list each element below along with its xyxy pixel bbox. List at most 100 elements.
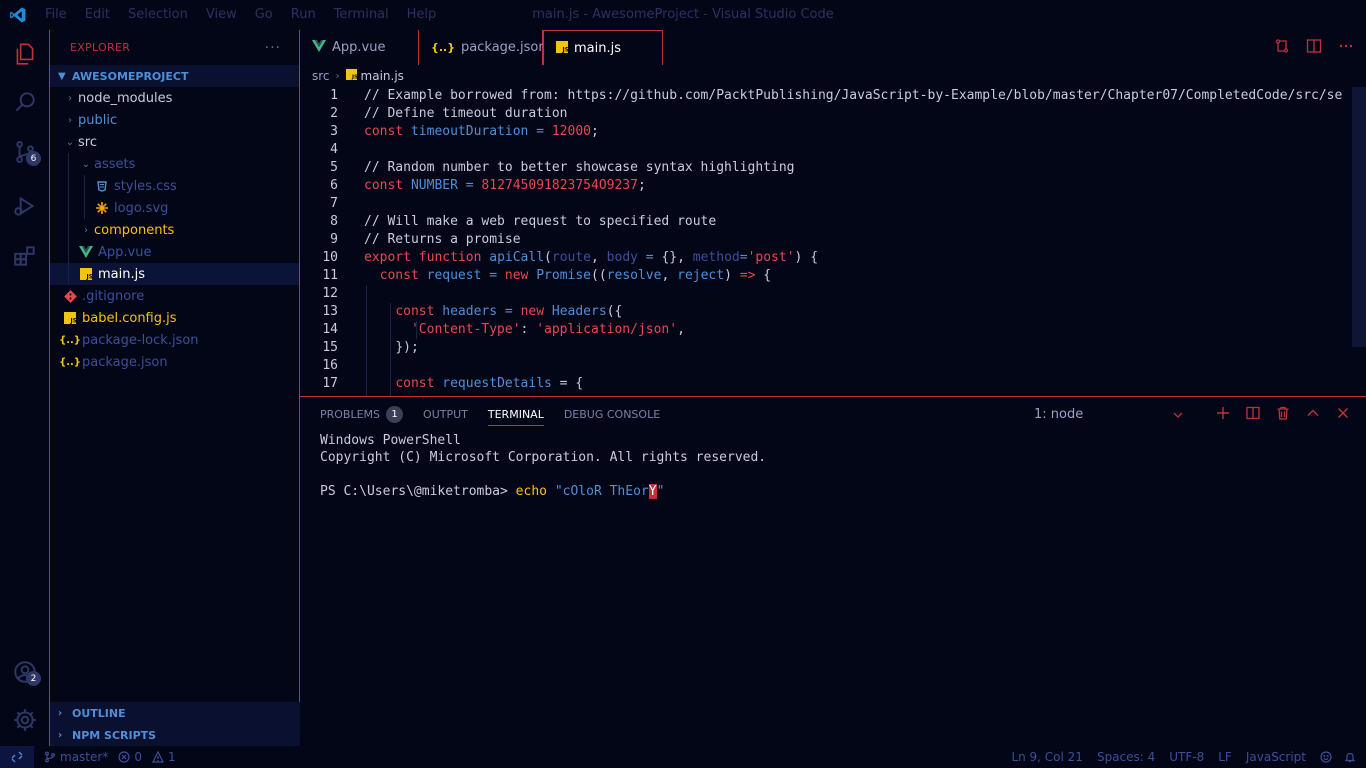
trash-icon[interactable] (1276, 406, 1290, 424)
indentation[interactable]: Spaces: 4 (1097, 750, 1155, 764)
menu-go[interactable]: Go (246, 0, 282, 30)
feedback-icon[interactable] (1320, 751, 1332, 763)
menu-selection[interactable]: Selection (119, 0, 197, 30)
split-editor-icon[interactable] (1306, 38, 1322, 58)
warning-count: 1 (167, 750, 176, 764)
explorer-icon[interactable] (0, 30, 50, 78)
line-number: 16 (322, 358, 338, 373)
tab-terminal[interactable]: TERMINAL (487, 397, 544, 432)
class-name: Promise (536, 268, 592, 283)
menu-run[interactable]: Run (282, 0, 325, 30)
language-mode[interactable]: JavaScript (1246, 750, 1306, 764)
split-terminal-icon[interactable] (1246, 406, 1260, 424)
punctuation: { (755, 268, 772, 283)
terminal-cursor: Y (648, 484, 657, 499)
error-count: 0 (134, 750, 142, 764)
menu-terminal[interactable]: Terminal (325, 0, 398, 30)
remote-icon[interactable] (0, 746, 34, 768)
search-icon[interactable] (0, 78, 50, 126)
add-terminal-icon[interactable] (1216, 406, 1230, 424)
tree-item-components[interactable]: › components (50, 219, 299, 241)
tree-item-label: package-lock.json (82, 332, 199, 348)
source-control-icon[interactable]: 6 (0, 128, 50, 176)
tree-item-node-modules[interactable]: › node_modules (50, 87, 299, 109)
code-editor[interactable]: 1 // Example borrowed from: https://githu… (300, 87, 1366, 396)
menu-view[interactable]: View (197, 0, 246, 30)
close-icon[interactable] (1336, 406, 1350, 424)
more-actions-icon[interactable] (1338, 38, 1354, 58)
tree-item-package-lock[interactable]: {..} package-lock.json (50, 329, 299, 351)
tree-item-src[interactable]: ⌄ src (50, 131, 299, 153)
function-name: apiCall (489, 250, 545, 265)
status-right: Ln 9, Col 21 Spaces: 4 UTF-8 LF JavaScri… (1011, 746, 1366, 768)
maximize-panel-icon[interactable] (1306, 406, 1320, 424)
code-line: 17 const requestDetails = { (300, 375, 1366, 393)
keyword: const (364, 178, 404, 193)
outline-section-header[interactable]: › OUTLINE (50, 702, 300, 724)
tree-item-public[interactable]: › public (50, 109, 299, 131)
operator: = (739, 250, 748, 265)
keyword: function (418, 250, 482, 265)
tree-item-package-json[interactable]: {..} package.json (50, 351, 299, 373)
tab-output[interactable]: OUTPUT (423, 397, 468, 432)
punctuation: ) { (794, 250, 819, 265)
tab-app-vue[interactable]: App.vue (300, 30, 419, 65)
tree-item-app-vue[interactable]: App.vue (50, 241, 299, 263)
indent-guide (68, 263, 69, 285)
line-number: 6 (330, 178, 338, 193)
terminal-output[interactable]: Windows PowerShell Copyright (C) Microso… (300, 432, 1366, 500)
line-number: 17 (322, 376, 338, 391)
line-number: 8 (330, 214, 338, 229)
gear-icon[interactable] (0, 696, 50, 744)
npm-scripts-section-header[interactable]: › NPM SCRIPTS (50, 724, 300, 746)
encoding[interactable]: UTF-8 (1169, 750, 1204, 764)
menu-help[interactable]: Help (398, 0, 446, 30)
operator: = (481, 268, 505, 283)
code-comment: // Random number to better showcase synt… (364, 160, 795, 175)
vue-icon (78, 244, 94, 260)
tree-item-assets[interactable]: ⌄ assets (50, 153, 299, 175)
tab-problems[interactable]: PROBLEMS 1 (320, 397, 404, 432)
tab-main-js[interactable]: JS main.js (543, 30, 663, 65)
tree-item-logo-svg[interactable]: logo.svg (50, 197, 299, 219)
tab-package-json[interactable]: {..} package.json (419, 30, 547, 65)
tab-debug-console[interactable]: DEBUG CONSOLE (564, 397, 660, 432)
operator: = (457, 178, 482, 193)
menu-file[interactable]: File (36, 0, 76, 30)
explorer-sidebar: EXPLORER ··· ▼ AWESOMEPROJECT › node_mod… (50, 30, 300, 746)
tree-item-main-js[interactable]: JS main.js (50, 263, 299, 285)
extensions-icon[interactable] (0, 232, 50, 280)
punctuation: , (661, 268, 678, 283)
cursor-position[interactable]: Ln 9, Col 21 (1011, 750, 1083, 764)
run-debug-icon[interactable] (0, 182, 50, 230)
punctuation: ( (544, 250, 552, 265)
tree-item-babel-config[interactable]: JS babel.config.js (50, 307, 299, 329)
terminal-select-value: 1: node (1034, 407, 1084, 422)
parameter: body (606, 250, 638, 265)
indent-guide (68, 197, 69, 219)
code-comment: // Will make a web request to specified … (364, 214, 717, 229)
branch-indicator[interactable]: master* (44, 750, 108, 764)
line-number: 5 (330, 160, 338, 175)
breadcrumb-src[interactable]: src (312, 69, 330, 83)
menu-edit[interactable]: Edit (76, 0, 119, 30)
editor-scrollbar[interactable] (1352, 87, 1366, 347)
tree-item-styles-css[interactable]: styles.css (50, 175, 299, 197)
terminal-line: Copyright (C) Microsoft Corporation. All… (320, 450, 767, 465)
sidebar-title: EXPLORER (70, 41, 131, 54)
tab-label: PROBLEMS (320, 408, 381, 421)
code-line: 9 // Returns a promise (300, 231, 1366, 249)
line-number: 12 (322, 286, 338, 301)
js-icon: JS (345, 69, 358, 83)
code-line: 5 // Random number to better showcase syn… (300, 159, 1366, 177)
breadcrumb-main-js[interactable]: main.js (361, 69, 404, 83)
end-of-line[interactable]: LF (1218, 750, 1232, 764)
terminal-select[interactable]: 1: node (1034, 397, 1184, 432)
more-actions-icon[interactable]: ··· (265, 40, 281, 56)
accounts-icon[interactable]: 2 (0, 648, 50, 696)
problems-indicator[interactable]: 0 1 (118, 750, 176, 764)
tree-item-gitignore[interactable]: .gitignore (50, 285, 299, 307)
bell-icon[interactable] (1344, 751, 1356, 763)
project-section-header[interactable]: ▼ AWESOMEPROJECT (50, 65, 299, 87)
open-changes-icon[interactable] (1274, 38, 1290, 58)
